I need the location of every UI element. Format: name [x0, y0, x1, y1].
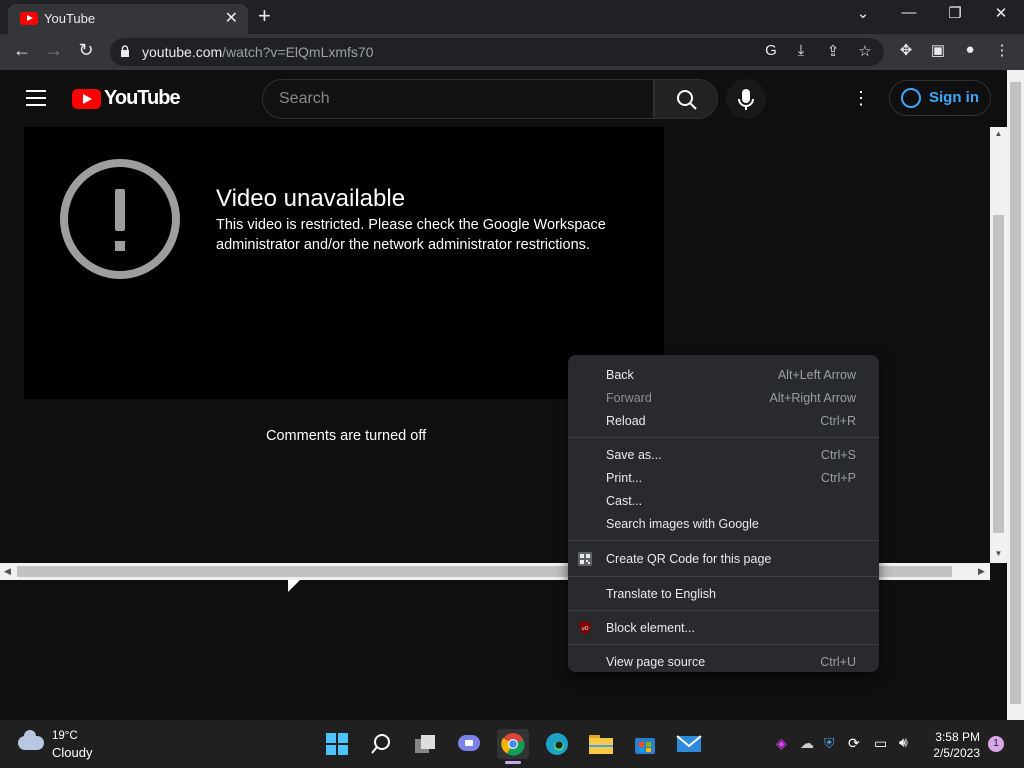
- teams-chat-icon[interactable]: [453, 729, 485, 759]
- menu-divider: [568, 576, 879, 577]
- account-circle-icon: [901, 88, 921, 108]
- vertical-scroll-thumb[interactable]: [993, 215, 1004, 533]
- volume-icon[interactable]: 🔊︎: [899, 734, 908, 751]
- lock-icon[interactable]: [120, 45, 130, 57]
- youtube-favicon-icon: [20, 12, 38, 25]
- tab-search-dropdown-icon[interactable]: ⌄: [848, 4, 878, 22]
- mail-icon[interactable]: [673, 729, 705, 759]
- chrome-icon[interactable]: [497, 729, 529, 759]
- menu-item-search-images[interactable]: Search images with Google: [568, 513, 879, 536]
- context-menu: Back Alt+Left Arrow Forward Alt+Right Ar…: [568, 355, 879, 672]
- tab-strip: YouTube ✕ + ⌄ — ❐ ✕: [0, 0, 1024, 34]
- settings-kebab-icon[interactable]: ⋮: [852, 88, 870, 110]
- search-button[interactable]: [654, 79, 718, 119]
- scroll-left-arrow-icon[interactable]: ◀: [4, 566, 11, 577]
- scroll-right-arrow-icon[interactable]: ▶: [978, 566, 985, 577]
- task-view-icon[interactable]: [409, 729, 441, 759]
- ublock-origin-icon: uO: [579, 621, 591, 635]
- windows-start-icon[interactable]: [321, 729, 353, 759]
- bookmark-star-icon[interactable]: ☆: [854, 42, 876, 60]
- menu-item-back[interactable]: Back Alt+Left Arrow: [568, 364, 879, 387]
- edge-icon[interactable]: [541, 729, 573, 759]
- chrome-menu-icon[interactable]: ⋮: [990, 41, 1014, 59]
- cloud-weather-icon[interactable]: [18, 730, 44, 750]
- network-icon[interactable]: ▭: [874, 735, 887, 752]
- menu-divider: [568, 610, 879, 611]
- security-warning-icon[interactable]: ⛨: [824, 735, 835, 752]
- install-app-icon[interactable]: ⤓: [790, 42, 812, 59]
- file-explorer-icon[interactable]: [585, 729, 617, 759]
- menu-item-create-qr-code[interactable]: Create QR Code for this page: [568, 548, 879, 571]
- menu-divider: [568, 437, 879, 438]
- menu-item-save-as[interactable]: Save as... Ctrl+S: [568, 444, 879, 467]
- menu-item-forward[interactable]: Forward Alt+Right Arrow: [568, 387, 879, 410]
- clock-time: 3:58 PM: [935, 730, 980, 744]
- qr-code-icon: [578, 552, 592, 566]
- url-text[interactable]: youtube.com/watch?v=ElQmLxmfs70: [142, 44, 374, 60]
- menu-item-translate[interactable]: Translate to English: [568, 583, 879, 606]
- browser-scroll-thumb[interactable]: [1010, 82, 1021, 704]
- hamburger-menu-icon[interactable]: [26, 90, 46, 106]
- menu-divider: [568, 540, 879, 541]
- microphone-icon: [738, 89, 754, 110]
- alert-exclamation-icon: [60, 159, 180, 279]
- youtube-header: YouTube ⋮ Sign in: [0, 70, 1008, 126]
- menu-item-block-element[interactable]: uO Block element...: [568, 617, 879, 640]
- menu-divider: [568, 644, 879, 645]
- video-error-title: Video unavailable: [216, 185, 406, 212]
- side-panel-icon[interactable]: ▣: [926, 41, 950, 59]
- sync-icon[interactable]: ⟳: [848, 735, 860, 752]
- menu-item-print[interactable]: Print... Ctrl+P: [568, 467, 879, 490]
- tab-close-icon[interactable]: ✕: [225, 8, 238, 28]
- mouse-cursor: [288, 580, 300, 592]
- youtube-logo-icon[interactable]: [72, 89, 101, 109]
- share-icon[interactable]: ⇪: [822, 42, 844, 60]
- google-lens-icon[interactable]: G: [760, 42, 782, 59]
- tab-youtube[interactable]: YouTube ✕: [8, 4, 248, 34]
- browser-vertical-scrollbar[interactable]: [1007, 70, 1024, 720]
- notification-badge[interactable]: 1: [988, 736, 1004, 752]
- weather-temperature[interactable]: 19°C: [52, 730, 78, 742]
- scroll-down-arrow-icon[interactable]: ▼: [990, 549, 1007, 558]
- menu-item-reload[interactable]: Reload Ctrl+R: [568, 410, 879, 433]
- onedrive-icon[interactable]: ☁: [800, 735, 814, 752]
- sign-in-button[interactable]: Sign in: [889, 80, 991, 116]
- weather-description[interactable]: Cloudy: [52, 745, 92, 760]
- youtube-logo-text[interactable]: YouTube: [104, 87, 181, 110]
- new-tab-button[interactable]: +: [258, 3, 271, 29]
- comments-status: Comments are turned off: [266, 428, 427, 444]
- svg-text:uO: uO: [581, 626, 588, 632]
- page-vertical-scrollbar[interactable]: ▲ ▼: [990, 127, 1007, 563]
- sign-in-label: Sign in: [929, 89, 979, 106]
- search-input[interactable]: [262, 79, 654, 119]
- tab-title: YouTube: [44, 11, 96, 26]
- minimize-button[interactable]: —: [894, 4, 924, 21]
- clock-date: 2/5/2023: [933, 746, 980, 760]
- menu-item-view-source[interactable]: View page source Ctrl+U: [568, 651, 879, 672]
- address-bar[interactable]: youtube.com/watch?v=ElQmLxmfs70 G ⤓ ⇪ ☆: [110, 38, 884, 66]
- voice-search-button[interactable]: [726, 79, 766, 119]
- search-icon[interactable]: [365, 729, 397, 759]
- tray-app-icon[interactable]: ◈: [776, 735, 787, 752]
- profile-icon[interactable]: ●: [958, 41, 982, 58]
- active-app-indicator: [505, 761, 521, 764]
- close-window-button[interactable]: ✕: [986, 4, 1016, 22]
- browser-toolbar: ← → ↻ youtube.com/watch?v=ElQmLxmfs70 G …: [0, 34, 1024, 70]
- extensions-icon[interactable]: ✥: [894, 41, 918, 59]
- search-icon: [677, 90, 697, 110]
- video-error-message: This video is restricted. Please check t…: [216, 217, 606, 253]
- system-clock[interactable]: 3:58 PM 2/5/2023: [933, 729, 980, 761]
- scroll-up-arrow-icon[interactable]: ▲: [990, 129, 1007, 138]
- restore-button[interactable]: ❐: [940, 4, 970, 22]
- reload-button[interactable]: ↻: [74, 40, 98, 61]
- microsoft-store-icon[interactable]: [629, 729, 661, 759]
- back-button[interactable]: ←: [10, 40, 34, 61]
- forward-button[interactable]: →: [42, 40, 66, 61]
- windows-taskbar: 19°C Cloudy ◈ ☁ ⛨ ⟳ ▭ 🔊︎ 3:58 PM 2/5/202…: [0, 720, 1024, 768]
- menu-item-cast[interactable]: Cast...: [568, 490, 879, 513]
